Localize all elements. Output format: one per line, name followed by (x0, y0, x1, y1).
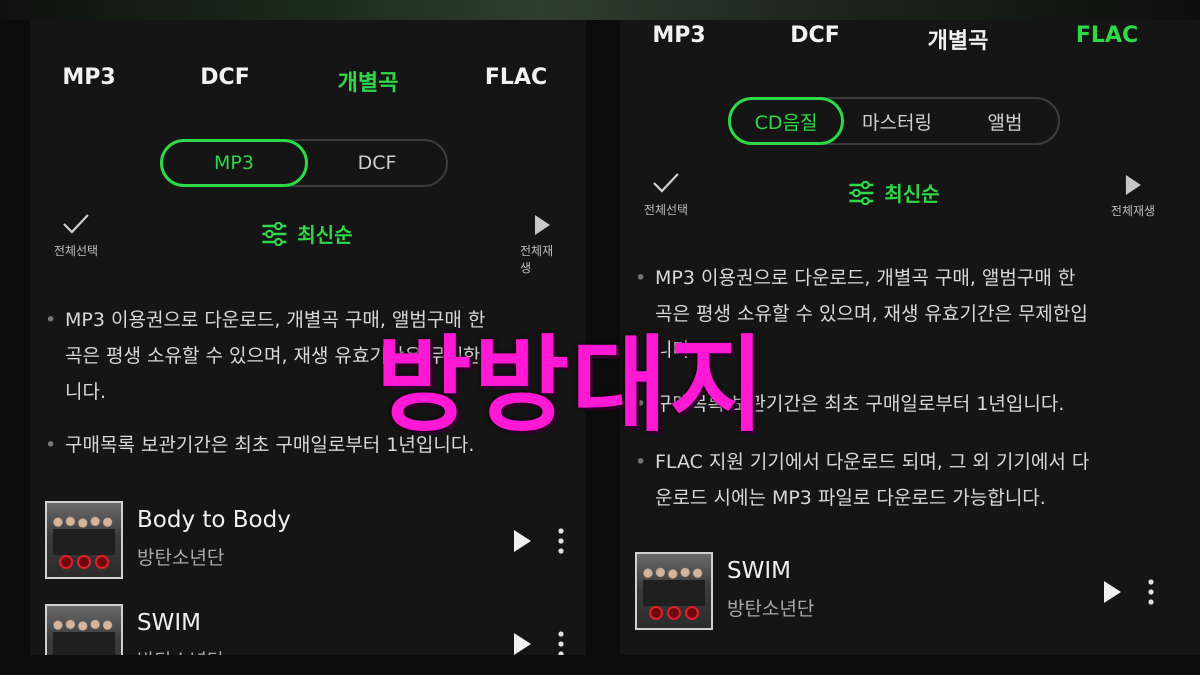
watermark-overlay: 방방대지 (376, 324, 767, 446)
play-all-button[interactable]: 전체재생 (520, 214, 564, 276)
track-row[interactable]: Body to Body 방탄소년단 (45, 501, 575, 579)
select-all-button[interactable]: 전체선택 (644, 171, 688, 218)
tab-mp3[interactable]: MP3 (652, 23, 705, 48)
track-title: SWIM (137, 610, 201, 636)
segment-mastering[interactable]: 마스터링 (844, 97, 950, 145)
play-all-label: 전체재생 (520, 244, 554, 275)
album-cover (45, 501, 123, 579)
sort-label: 최신순 (297, 223, 353, 247)
tab-individual-songs[interactable]: 개별곡 (928, 23, 989, 55)
segment-dcf[interactable]: DCF (308, 139, 446, 187)
play-icon (535, 215, 550, 235)
more-vertical-icon[interactable] (557, 631, 565, 655)
more-vertical-icon[interactable] (557, 528, 565, 554)
select-all-label: 전체선택 (643, 203, 689, 217)
track-artist: 방탄소년단 (727, 598, 815, 620)
segment-album[interactable]: 앨범 (952, 97, 1058, 145)
sort-button[interactable]: 최신순 (848, 178, 940, 207)
sort-button[interactable]: 최신순 (261, 219, 353, 248)
play-icon[interactable] (1102, 580, 1122, 604)
tab-dcf[interactable]: DCF (790, 23, 839, 48)
track-artist: 방탄소년단 (137, 547, 225, 569)
segment-mp3[interactable]: MP3 (160, 139, 308, 187)
sliders-icon (262, 221, 287, 246)
sort-label: 최신순 (884, 182, 940, 206)
check-icon (63, 214, 89, 234)
play-icon (1125, 175, 1141, 195)
track-row[interactable]: SWIM 방탄소년단 (45, 604, 575, 655)
top-glow (0, 0, 1200, 20)
track-row[interactable]: SWIM 방탄소년단 (635, 552, 1165, 630)
tab-flac[interactable]: FLAC (485, 65, 547, 90)
sliders-icon (849, 180, 874, 205)
album-cover (635, 552, 713, 630)
tab-flac[interactable]: FLAC (1076, 23, 1138, 48)
check-icon (653, 173, 679, 193)
play-all-button[interactable]: 전체재생 (1111, 174, 1155, 219)
album-cover (45, 604, 123, 655)
notice-line: MP3 이용권으로 다운로드, 개별곡 구매, 앨범구매 한 (655, 267, 1076, 289)
tab-individual-songs[interactable]: 개별곡 (338, 65, 399, 97)
track-title: SWIM (727, 558, 791, 584)
play-icon[interactable] (512, 632, 532, 655)
track-artist: 방탄소년단 (137, 646, 224, 655)
select-all-button[interactable]: 전체선택 (54, 212, 98, 259)
play-icon[interactable] (512, 529, 532, 553)
quality-segment: CD음질 마스터링 앨범 (728, 97, 1060, 145)
track-title: Body to Body (137, 507, 291, 533)
format-segment: MP3 DCF (160, 139, 448, 187)
segment-cd-quality[interactable]: CD음질 (728, 97, 844, 145)
notice-item: • FLAC 지원 기기에서 다운로드 되며, 그 외 기기에서 다 운로드 시… (635, 444, 1180, 516)
select-all-label: 전체선택 (53, 244, 99, 258)
notice-line: 운로드 시에는 MP3 파일로 다운로드 가능합니다. (655, 487, 1046, 509)
play-all-label: 전체재생 (1110, 204, 1156, 218)
tab-dcf[interactable]: DCF (200, 65, 249, 90)
more-vertical-icon[interactable] (1147, 579, 1155, 605)
tab-mp3[interactable]: MP3 (62, 65, 115, 90)
